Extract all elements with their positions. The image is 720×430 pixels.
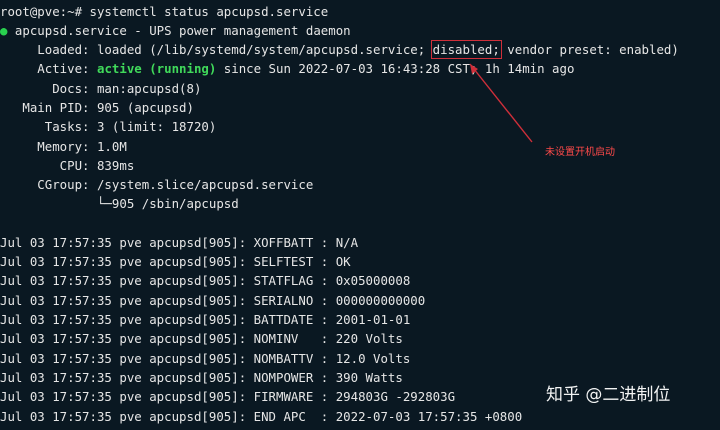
log-line: Jul 03 17:57:35 pve apcupsd[905]: FIRMWA… [0, 389, 456, 404]
service-header: ● apcupsd.service - UPS power management… [0, 21, 351, 40]
active-state: active (running) [96, 61, 217, 76]
terminal-window[interactable]: root@pve:~# systemctl status apcupsd.ser… [0, 0, 720, 430]
detail-memory: Memory: 1.0M [0, 139, 127, 154]
log-line: Jul 03 17:57:35 pve apcupsd[905]: SERIAL… [0, 293, 426, 308]
log-line: Jul 03 17:57:35 pve apcupsd[905]: STATFL… [0, 273, 411, 288]
detail-cgroup: CGroup: /system.slice/apcupsd.service [0, 177, 314, 192]
prompt-line: root@pve:~# systemctl status apcupsd.ser… [0, 4, 329, 19]
detail-tasks: Tasks: 3 (limit: 18720) [0, 119, 217, 134]
disabled-highlight: disabled; [430, 40, 502, 59]
active-line: Active: active (running) since Sun 2022-… [0, 59, 574, 78]
annotation-label: 未设置开机启动 [545, 147, 615, 158]
active-prefix: Active: [0, 61, 97, 76]
log-line: Jul 03 17:57:35 pve apcupsd[905]: XOFFBA… [0, 235, 359, 250]
active-suffix: since Sun 2022-07-03 16:43:28 CST; 1h 14… [216, 61, 575, 76]
log-line: Jul 03 17:57:35 pve apcupsd[905]: NOMINV… [0, 331, 403, 346]
log-line: Jul 03 17:57:35 pve apcupsd[905]: BATTDA… [0, 312, 411, 327]
log-line: Jul 03 17:57:35 pve apcupsd[905]: END AP… [0, 409, 523, 424]
loaded-prefix: Loaded: loaded (/lib/systemd/system/apcu… [0, 42, 433, 57]
loaded-suffix: vendor preset: enabled) [499, 42, 679, 57]
log-line: Jul 03 17:57:35 pve apcupsd[905]: SELFTE… [0, 254, 351, 269]
log-line: Jul 03 17:57:35 pve apcupsd[905]: NOMBAT… [0, 351, 411, 366]
service-title: apcupsd.service - UPS power management d… [7, 23, 351, 38]
detail-docs: Docs: man:apcupsd(8) [0, 81, 202, 96]
detail-main-pid: Main PID: 905 (apcupsd) [0, 100, 194, 115]
watermark-text: 知乎 @二进制位 [546, 385, 671, 405]
detail-cgroup-process: └─905 /sbin/apcupsd [0, 196, 239, 211]
loaded-line: Loaded: loaded (/lib/systemd/system/apcu… [0, 40, 679, 59]
log-line: Jul 03 17:57:35 pve apcupsd[905]: NOMPOW… [0, 370, 403, 385]
detail-cpu: CPU: 839ms [0, 158, 135, 173]
